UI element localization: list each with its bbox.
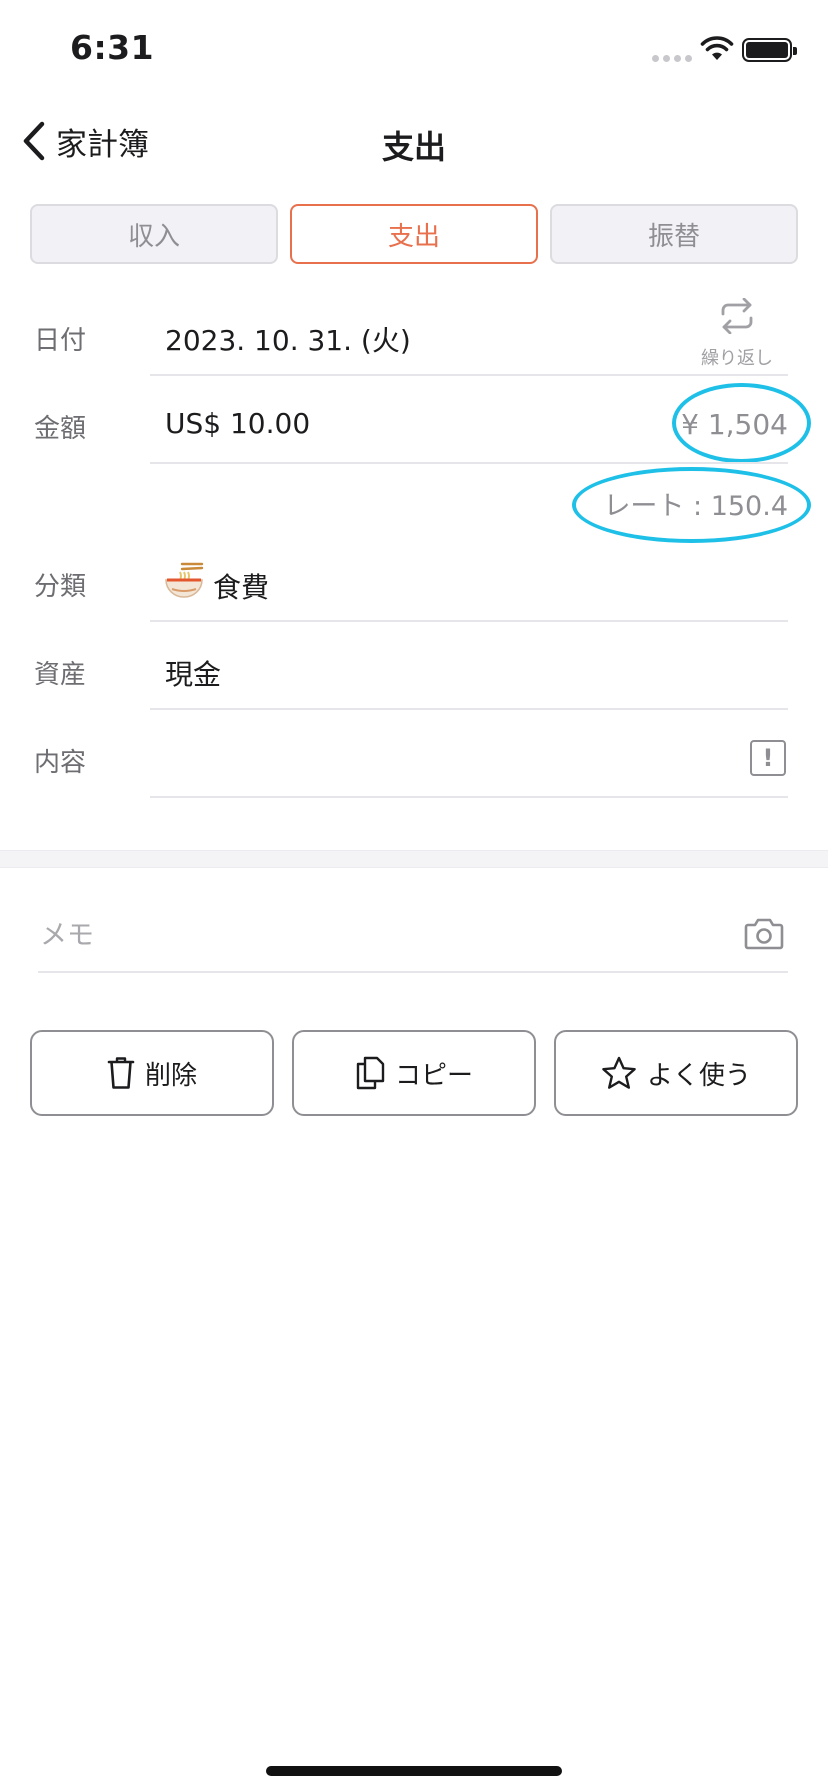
favorite-button[interactable]: よく使う (554, 1030, 798, 1116)
divider (150, 796, 788, 798)
repeat-button[interactable]: 繰り返し (690, 296, 784, 370)
divider (38, 971, 788, 973)
highlight-circle-rate (572, 467, 811, 543)
navigation-bar: 家計簿 支出 (0, 100, 828, 184)
wifi-icon (700, 36, 734, 60)
home-indicator (266, 1766, 562, 1776)
category-label: 分類 (34, 572, 87, 602)
amount-label: 金額 (34, 414, 87, 444)
section-separator (0, 850, 828, 868)
favorite-label: よく使う (646, 1060, 751, 1091)
asset-field[interactable]: 現金 (165, 653, 221, 693)
page-title: 支出 (381, 128, 446, 166)
status-bar: 6:31 (0, 0, 828, 100)
divider (150, 374, 788, 376)
amount-field[interactable]: US$ 10.00 (165, 407, 310, 440)
divider (150, 708, 788, 710)
camera-icon[interactable] (744, 916, 784, 950)
highlight-circle-converted (672, 383, 811, 463)
content-field[interactable] (165, 741, 725, 781)
battery-icon (742, 38, 797, 62)
category-field[interactable]: 食費 (213, 566, 269, 606)
date-field[interactable]: 2023. 10. 31. (火) (165, 319, 411, 359)
tab-transfer[interactable]: 振替 (550, 204, 798, 264)
asset-label: 資産 (34, 660, 87, 690)
delete-label: 削除 (144, 1060, 197, 1091)
action-buttons: 削除 コピー よく使う (30, 1030, 798, 1116)
memo-input[interactable] (40, 910, 720, 960)
trash-icon (107, 1057, 135, 1089)
copy-button[interactable]: コピー (292, 1030, 536, 1116)
delete-button[interactable]: 削除 (30, 1030, 274, 1116)
ramen-bowl-icon (165, 562, 204, 598)
type-tabs: 収入 支出 振替 (30, 204, 798, 264)
divider (150, 462, 788, 464)
copy-icon (356, 1056, 385, 1090)
copy-label: コピー (394, 1060, 473, 1091)
status-time: 6:31 (70, 28, 155, 67)
tab-expense[interactable]: 支出 (290, 204, 538, 264)
signal-icon (652, 55, 692, 62)
repeat-label: 繰り返し (701, 348, 773, 369)
divider (150, 620, 788, 622)
exclamation-icon[interactable]: ! (750, 740, 786, 776)
star-icon (602, 1056, 636, 1089)
repeat-icon (721, 298, 753, 334)
tab-income[interactable]: 収入 (30, 204, 278, 264)
content-label: 内容 (34, 748, 87, 778)
date-label: 日付 (34, 326, 87, 356)
